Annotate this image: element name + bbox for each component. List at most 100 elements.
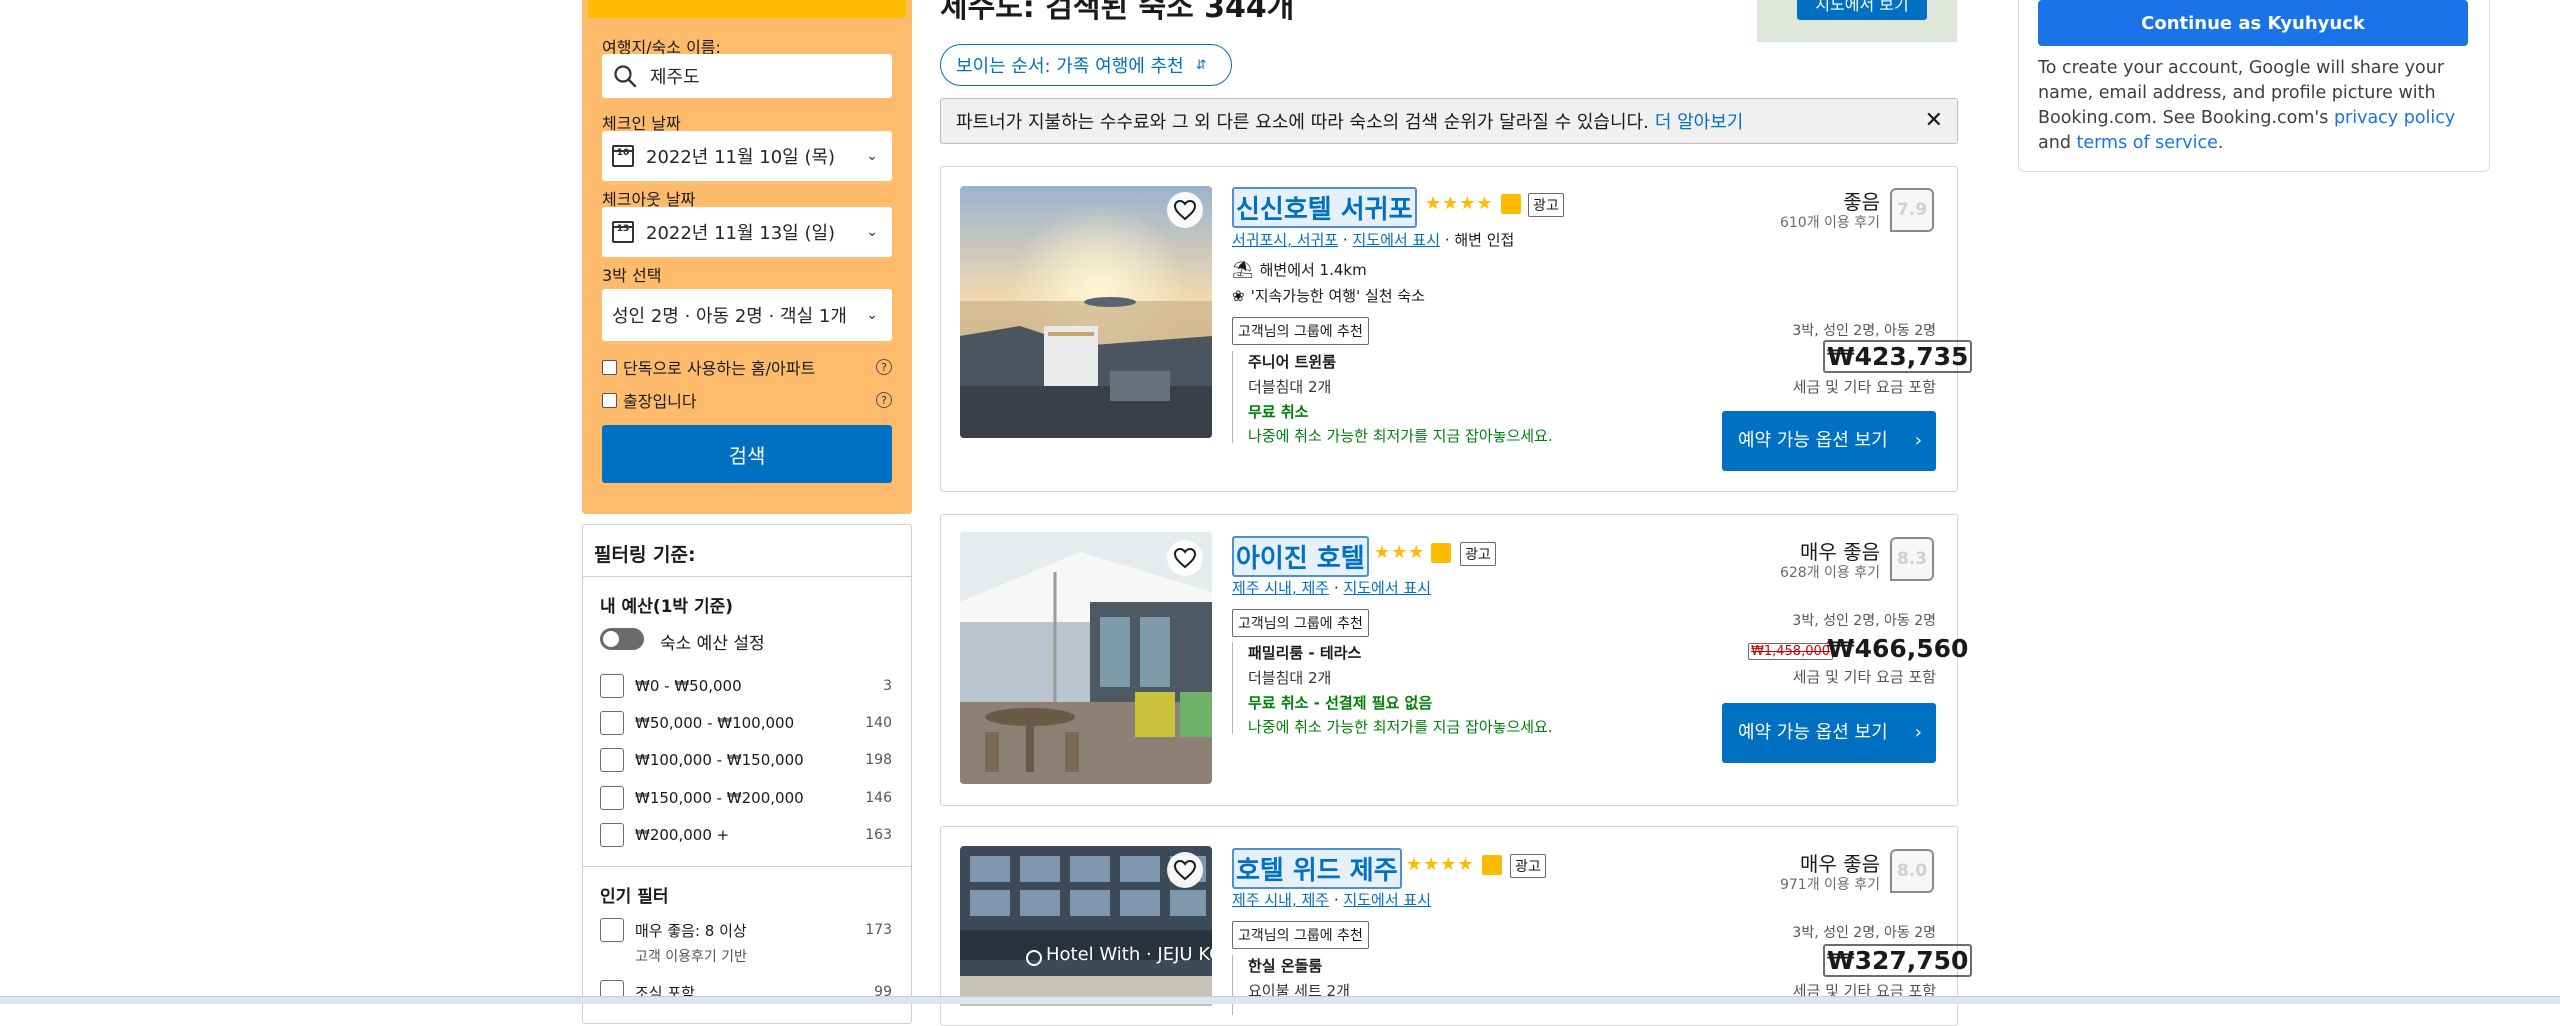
home-apartment-checkbox[interactable]	[602, 359, 617, 375]
toggle-knob	[603, 631, 619, 647]
price: ₩423,735	[1823, 340, 1973, 373]
review-score[interactable]: 7.9	[1890, 188, 1934, 232]
budget-filter-2[interactable]: ₩100,000 - ₩150,000 198	[600, 748, 892, 772]
chevron-down-icon: ⌄	[866, 224, 878, 240]
see-availability-button[interactable]: 예약 가능 옵션 보기 ›	[1722, 703, 1936, 763]
preferred-partner-icon	[1501, 194, 1521, 214]
business-trip-checkbox[interactable]	[602, 392, 617, 408]
budget-checkbox[interactable]	[600, 823, 624, 847]
review-count: 971개 이용 후기	[1779, 877, 1880, 893]
help-icon[interactable]: ?	[876, 392, 892, 408]
search-icon	[614, 65, 637, 88]
chevron-right-icon: ›	[1914, 722, 1922, 743]
business-trip-option[interactable]: 출장입니다 ?	[602, 388, 892, 412]
hotel-location: 제주 시내, 제주 · 지도에서 표시	[1232, 889, 1431, 910]
save-favorite-button[interactable]	[1167, 540, 1203, 576]
hotel-name-link[interactable]: 신신호텔 서귀포	[1232, 187, 1417, 228]
close-icon[interactable]: ✕	[1925, 110, 1943, 132]
budget-filter-1[interactable]: ₩50,000 - ₩100,000 140	[600, 711, 892, 735]
calendar-icon: 10	[612, 145, 634, 167]
budget-filter-count: 140	[865, 715, 892, 731]
review-score[interactable]: 8.0	[1890, 849, 1934, 893]
free-cancellation: 무료 취소 - 선결제 필요 없음	[1248, 694, 1433, 712]
checkout-date-field[interactable]: 13 2022년 11월 13일 (일) ⌄	[602, 207, 892, 257]
budget-filter-count: 3	[883, 678, 892, 694]
continue-with-google-button[interactable]: Continue as Kyuhyuck	[2038, 0, 2468, 46]
search-panel-header	[588, 0, 906, 18]
learn-more-link[interactable]: 더 알아보기	[1655, 108, 1744, 134]
popular-checkbox[interactable]	[600, 918, 624, 942]
price: ₩466,560	[1827, 634, 1969, 663]
guests-selector[interactable]: 성인 2명 · 아동 2명 · 객실 1개 ⌄	[602, 289, 892, 341]
hotel-location: 제주 시내, 제주 · 지도에서 표시	[1232, 577, 1431, 598]
rating-word: 매우 좋음	[1800, 540, 1880, 564]
map-view-button[interactable]: 지도에서 보기	[1797, 0, 1927, 20]
budget-filter-label: ₩50,000 - ₩100,000	[635, 714, 795, 732]
chevron-down-icon: ⌄	[866, 148, 878, 164]
hotel-name-link[interactable]: 아이진 호텔	[1232, 536, 1369, 577]
review-score[interactable]: 8.3	[1890, 537, 1934, 581]
location-link[interactable]: 제주 시내, 제주	[1232, 579, 1329, 597]
beach-distance: ⛱ 해변에서 1.4km	[1232, 259, 1367, 280]
show-on-map-link[interactable]: 지도에서 표시	[1343, 579, 1431, 597]
ranking-notice: 파트너가 지불하는 수수료와 그 외 다른 요소에 따라 숙소의 검색 순위가 …	[940, 98, 1958, 144]
sort-dropdown[interactable]: 보이는 순서: 가족 여행에 추천 ⇵	[940, 44, 1232, 86]
budget-toggle[interactable]	[600, 628, 644, 650]
beach-icon: ⛱	[1232, 259, 1254, 280]
preferred-partner-icon	[1482, 855, 1502, 875]
help-icon[interactable]: ?	[876, 359, 892, 375]
budget-checkbox[interactable]	[600, 674, 624, 698]
show-on-map-link[interactable]: 지도에서 표시	[1343, 891, 1431, 909]
home-apartment-option[interactable]: 단독으로 사용하는 홈/아파트 ?	[602, 355, 892, 379]
nights-label: 3박 선택	[602, 266, 662, 285]
save-favorite-button[interactable]	[1167, 192, 1203, 228]
notice-text: 파트너가 지불하는 수수료와 그 외 다른 요소에 따라 숙소의 검색 순위가 …	[956, 112, 1649, 133]
budget-filter-3[interactable]: ₩150,000 - ₩200,000 146	[600, 786, 892, 810]
budget-filter-label: ₩0 - ₩50,000	[635, 677, 742, 695]
search-button[interactable]: 검색	[602, 425, 892, 483]
budget-checkbox[interactable]	[600, 748, 624, 772]
chevron-right-icon: ›	[1914, 430, 1922, 451]
popular-filter-0[interactable]: 매우 좋음: 8 이상 173	[600, 918, 892, 942]
budget-filter-0[interactable]: ₩0 - ₩50,000 3	[600, 674, 892, 698]
privacy-policy-link[interactable]: privacy policy	[2334, 108, 2455, 128]
show-on-map-link[interactable]: 지도에서 표시	[1352, 231, 1440, 249]
checkin-date-field[interactable]: 10 2022년 11월 10일 (목) ⌄	[602, 131, 892, 181]
group-recommendation-badge: 고객님의 그룹에 추천	[1232, 609, 1369, 637]
room-name: 패밀리룸 - 테라스	[1248, 644, 1362, 662]
location-link[interactable]: 제주 시내, 제주	[1232, 891, 1329, 909]
ad-badge: 광고	[1528, 193, 1564, 217]
checkin-value: 2022년 11월 10일 (목)	[646, 147, 836, 168]
review-count: 610개 이용 후기	[1779, 215, 1880, 231]
guests-value: 성인 2명 · 아동 2명 · 객실 1개	[612, 306, 847, 327]
budget-checkbox[interactable]	[600, 786, 624, 810]
tax-note: 세금 및 기타 요금 포함	[1792, 668, 1936, 686]
checkout-value: 2022년 11월 13일 (일)	[646, 223, 836, 244]
filter-title: 필터링 기준:	[594, 544, 696, 566]
results-heading: 제주도: 검색된 숙소 344개	[940, 0, 1295, 25]
save-favorite-button[interactable]	[1167, 852, 1203, 888]
preferred-partner-icon	[1431, 543, 1451, 563]
hotel-name-link[interactable]: 호텔 위드 제주	[1232, 848, 1402, 889]
see-availability-button[interactable]: 예약 가능 옵션 보기 ›	[1722, 411, 1936, 471]
price: ₩327,750	[1823, 944, 1973, 977]
budget-filter-count: 198	[865, 752, 892, 768]
budget-checkbox[interactable]	[600, 711, 624, 735]
home-apartment-label: 단독으로 사용하는 홈/아파트	[623, 359, 816, 378]
bed-info: 더블침대 2개	[1248, 378, 1332, 396]
destination-input[interactable]: 제주도	[602, 54, 892, 98]
location-link[interactable]: 서귀포시, 서귀포	[1232, 231, 1338, 249]
budget-title: 내 예산(1박 기준)	[600, 597, 734, 617]
budget-filter-label: ₩200,000 +	[635, 826, 730, 844]
map-thumbnail[interactable]: 지도에서 보기	[1757, 0, 1957, 42]
tax-note: 세금 및 기타 요금 포함	[1792, 378, 1936, 396]
bed-info: 더블침대 2개	[1248, 669, 1332, 687]
terms-of-service-link[interactable]: terms of service	[2077, 133, 2218, 153]
budget-filter-count: 163	[865, 827, 892, 843]
hotel-sign-text: Hotel With · JEJU KOREA	[1046, 944, 1260, 965]
heart-icon	[1173, 859, 1197, 881]
ad-badge: 광고	[1510, 854, 1546, 878]
budget-filter-4[interactable]: ₩200,000 + 163	[600, 823, 892, 847]
budget-filter-label: ₩100,000 - ₩150,000	[635, 751, 804, 769]
separator: ·	[1333, 891, 1344, 909]
